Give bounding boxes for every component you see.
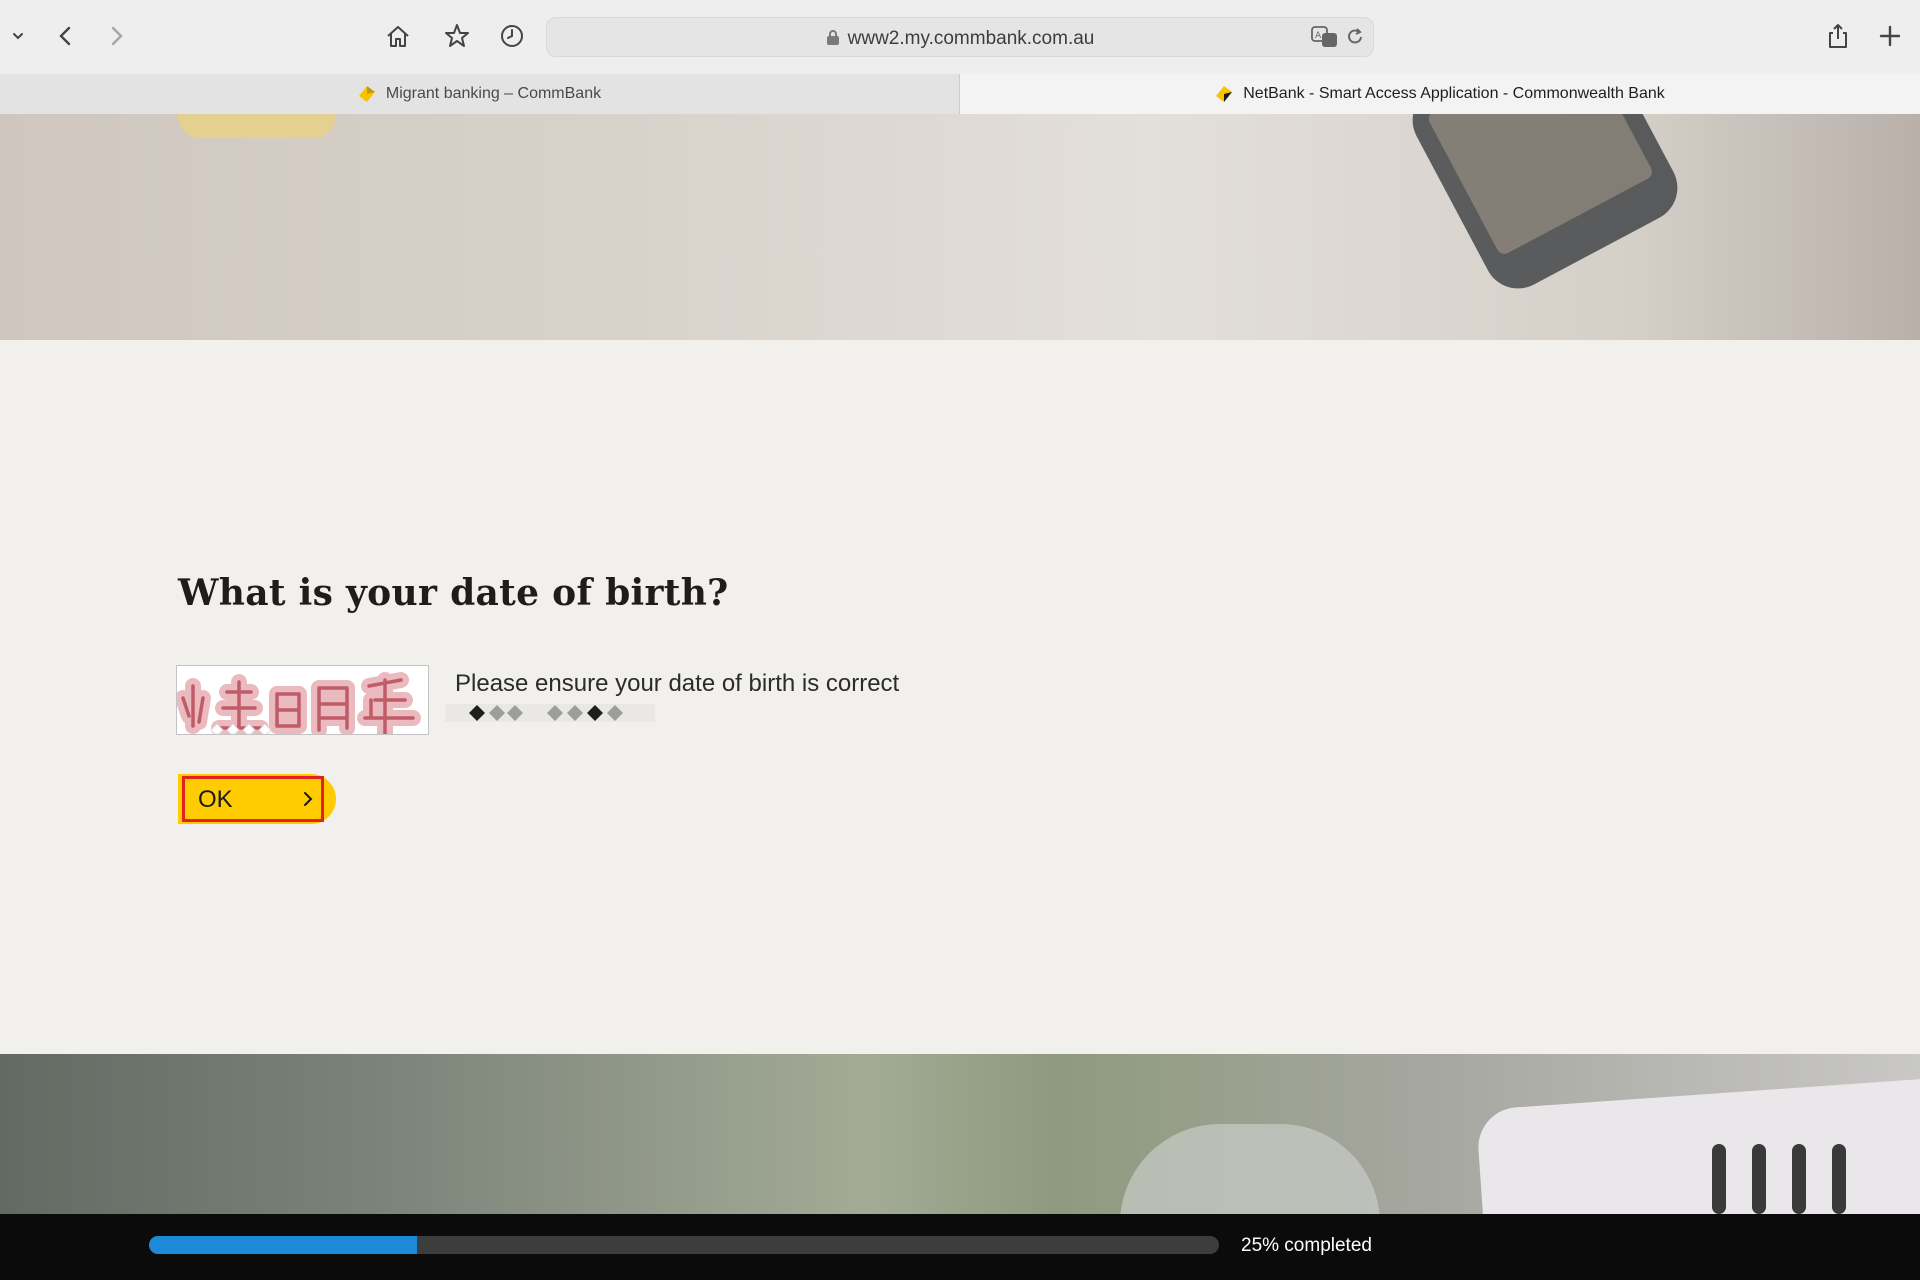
commbank-logo-icon — [1216, 86, 1233, 102]
tab-title: Migrant banking – CommBank — [385, 85, 602, 102]
phone-photo — [1400, 114, 1690, 301]
tab-bar: Migrant banking – CommBank NetBank - Sma… — [0, 74, 1920, 114]
dob-hint-text: Please ensure your date of birth is corr… — [455, 670, 900, 697]
tab-netbank-application[interactable]: NetBank - Smart Access Application - Com… — [960, 74, 1920, 114]
form-section: What is your date of birth? Please ensur… — [0, 340, 1920, 1054]
cup-photo — [1120, 1124, 1380, 1214]
date-of-birth-input[interactable] — [176, 665, 429, 735]
previous-ok-button-faded — [178, 114, 336, 138]
notebook-ring — [1792, 1144, 1806, 1214]
history-icon[interactable] — [496, 20, 528, 52]
tab-title: NetBank - Smart Access Application - Com… — [1243, 85, 1665, 102]
url-text: www2.my.commbank.com.au — [847, 28, 1095, 49]
notebook-ring — [1712, 1144, 1726, 1214]
commbank-logo-icon — [358, 86, 375, 102]
browser-toolbar: www2.my.commbank.com.au A — [0, 0, 1920, 74]
handwritten-dob-overlay — [177, 672, 421, 734]
new-tab-icon[interactable] — [1874, 20, 1906, 52]
chevron-down-icon[interactable] — [2, 20, 34, 52]
svg-text:A: A — [1315, 31, 1322, 41]
address-bar[interactable]: www2.my.commbank.com.au A — [546, 17, 1374, 57]
redacted-date-text — [445, 704, 655, 722]
tab-migrant-banking[interactable]: Migrant banking – CommBank — [0, 74, 960, 114]
progress-label: 25% completed — [1241, 1235, 1372, 1256]
question-heading: What is your date of birth? — [178, 572, 729, 614]
ok-button-label: OK — [198, 786, 233, 813]
chevron-right-icon — [304, 792, 313, 806]
progress-fill — [149, 1236, 417, 1254]
star-icon[interactable] — [441, 20, 473, 52]
hero-image — [0, 114, 1920, 340]
back-icon[interactable] — [50, 20, 82, 52]
share-icon[interactable] — [1822, 20, 1854, 52]
lock-icon — [826, 29, 840, 52]
home-icon[interactable] — [382, 20, 414, 52]
notebook-ring — [1832, 1144, 1846, 1214]
notebook-photo — [1475, 1078, 1920, 1214]
reload-icon[interactable] — [1345, 26, 1365, 53]
footer-image — [0, 1054, 1920, 1214]
forward-icon[interactable] — [100, 20, 132, 52]
ok-button[interactable]: OK — [178, 774, 336, 824]
notebook-ring — [1752, 1144, 1766, 1214]
url-display[interactable]: www2.my.commbank.com.au — [547, 28, 1373, 52]
progress-track — [149, 1236, 1219, 1254]
translate-icon[interactable]: A — [1311, 26, 1339, 53]
progress-footer: 25% completed — [0, 1214, 1920, 1280]
